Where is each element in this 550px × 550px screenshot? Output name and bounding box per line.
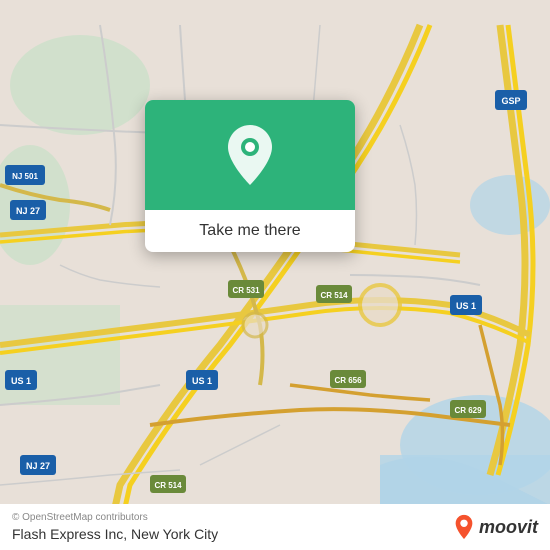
svg-text:CR 531: CR 531: [232, 286, 260, 295]
map-container: NJ 27 NJ 27 NJ 27 NJ 501 US 1 US 1 US 1 …: [0, 0, 550, 550]
svg-text:US 1: US 1: [192, 376, 212, 386]
popup-card: Take me there: [145, 100, 355, 252]
moovit-pin-icon: [453, 514, 475, 540]
popup-bottom: Take me there: [145, 210, 355, 252]
location-pin-icon: [224, 123, 276, 187]
svg-text:CR 656: CR 656: [334, 376, 362, 385]
popup-top: [145, 100, 355, 210]
svg-text:CR 629: CR 629: [454, 406, 482, 415]
svg-text:NJ 27: NJ 27: [16, 206, 40, 216]
svg-text:CR 514: CR 514: [154, 481, 182, 490]
svg-text:US 1: US 1: [11, 376, 31, 386]
svg-text:NJ 501: NJ 501: [12, 172, 38, 181]
moovit-logo-text: moovit: [479, 517, 538, 538]
moovit-logo: moovit: [453, 514, 538, 540]
svg-text:GSP: GSP: [501, 96, 520, 106]
map-svg: NJ 27 NJ 27 NJ 27 NJ 501 US 1 US 1 US 1 …: [0, 0, 550, 550]
svg-text:US 1: US 1: [456, 301, 476, 311]
take-me-there-button[interactable]: Take me there: [199, 222, 300, 240]
svg-text:NJ 27: NJ 27: [26, 461, 50, 471]
svg-text:CR 514: CR 514: [320, 291, 348, 300]
